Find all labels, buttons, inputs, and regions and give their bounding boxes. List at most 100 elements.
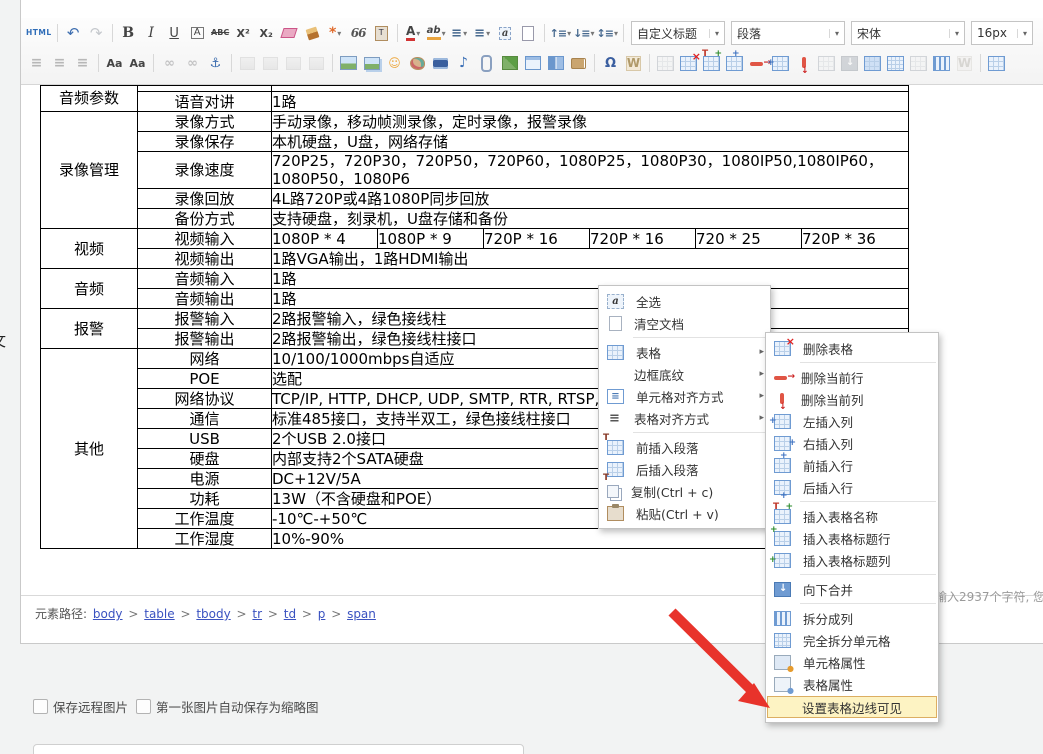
delete-row-button[interactable] (747, 52, 768, 74)
spec-label-cell[interactable]: 功耗 (138, 489, 272, 509)
spec-label-cell[interactable]: 电源 (138, 469, 272, 489)
spec-value-cell[interactable]: 1080P * 4 (272, 229, 378, 249)
case-upper-button[interactable]: Aa (104, 52, 125, 74)
strikethrough-button[interactable]: ABC (210, 22, 231, 44)
spec-value-cell[interactable]: 1路 (272, 92, 909, 112)
spec-label-cell[interactable]: 视频输出 (138, 249, 272, 269)
menu-item[interactable]: 边框底纹▸ (599, 363, 770, 385)
path-link-span[interactable]: span (347, 607, 376, 621)
menu-item[interactable]: 粘贴(Ctrl + v) (599, 502, 770, 524)
menu-item[interactable]: 插入表格标题列 (766, 549, 938, 571)
spec-label-cell[interactable]: 语音对讲 (138, 92, 272, 112)
spec-label-cell[interactable]: POE (138, 369, 272, 389)
undo-button[interactable]: ↶ (63, 22, 84, 44)
menu-item[interactable]: 删除当前行 (766, 366, 938, 388)
text-highlight-button[interactable]: ab▾ (426, 22, 447, 44)
menu-item[interactable]: 全选 (599, 290, 770, 312)
menu-item[interactable]: 右插入列 (766, 432, 938, 454)
path-link-table[interactable]: table (144, 607, 174, 621)
insert-col-button[interactable] (770, 52, 791, 74)
menu-item[interactable]: 删除表格 (766, 337, 938, 359)
insert-row-button[interactable] (724, 52, 745, 74)
spec-value-cell[interactable]: 1路 (272, 269, 909, 289)
path-link-body[interactable]: body (93, 607, 123, 621)
spec-label-cell[interactable]: 录像方式 (138, 112, 272, 132)
menu-item[interactable]: 完全拆分单元格 (766, 629, 938, 651)
music-button[interactable]: ♪ (453, 52, 474, 74)
paste-filter-button[interactable]: T (371, 22, 392, 44)
delete-table-button[interactable] (678, 52, 699, 74)
italic-button[interactable]: I (141, 22, 162, 44)
subscript-button[interactable]: X₂ (256, 22, 277, 44)
bottom-input-box[interactable] (33, 744, 524, 754)
spec-value-cell[interactable]: 支持硬盘，刻录机，U盘存储和备份 (272, 209, 909, 229)
menu-item[interactable]: 左插入列 (766, 410, 938, 432)
emotion-button[interactable]: ☺ (384, 52, 405, 74)
spec-value-cell[interactable]: 手动录像，移动帧测录像，定时录像，报警录像 (272, 112, 909, 132)
spec-value-cell[interactable]: 720P * 16 (484, 229, 590, 249)
line-height-button[interactable]: ↕≡▾ (597, 22, 618, 44)
spec-value-cell[interactable]: 1路VGA输出，1路HDMI输出 (272, 249, 909, 269)
eraser-button[interactable] (279, 22, 300, 44)
spec-label-cell[interactable]: 网络协议 (138, 389, 272, 409)
superscript-button[interactable]: X² (233, 22, 254, 44)
spec-value-cell[interactable]: 1路 (272, 289, 909, 309)
spec-value-cell[interactable]: 1080P * 9 (378, 229, 484, 249)
font-family-select[interactable]: 宋体▾ (851, 21, 965, 45)
spec-label-cell[interactable]: 录像保存 (138, 132, 272, 152)
split-cells-button[interactable] (885, 52, 906, 74)
menu-item[interactable]: 设置表格边线可见 (767, 696, 937, 718)
attachment-button[interactable] (476, 52, 497, 74)
select-all-button[interactable]: a (495, 22, 516, 44)
paragraph-space-after-button[interactable]: ↓≡▾ (573, 22, 594, 44)
spec-value-cell[interactable]: 4L路720P或4路1080P同步回放 (272, 189, 909, 209)
spec-label-cell[interactable]: 录像回放 (138, 189, 272, 209)
preview-button[interactable] (986, 52, 1007, 74)
path-link-p[interactable]: p (318, 607, 326, 621)
spec-label-cell[interactable]: USB (138, 429, 272, 449)
menu-item[interactable]: 向下合并 (766, 578, 938, 600)
spec-label-cell[interactable]: 工作湿度 (138, 529, 272, 549)
insert-image-button[interactable] (338, 52, 359, 74)
spec-group-cell[interactable]: 音频 (41, 269, 138, 309)
spec-group-cell[interactable]: 其他 (41, 349, 138, 549)
spec-label-cell[interactable]: 备份方式 (138, 209, 272, 229)
font-border-button[interactable]: A (187, 22, 208, 44)
font-color-button[interactable]: A▾ (403, 22, 424, 44)
split-cols-button[interactable] (931, 52, 952, 74)
menu-item[interactable]: 表格属性 (766, 673, 938, 695)
spec-group-cell[interactable]: 录像管理 (41, 112, 138, 229)
spec-label-cell[interactable]: 视频输入 (138, 229, 272, 249)
auto-typeset-button[interactable]: *▾ (325, 22, 346, 44)
spec-value-cell[interactable]: 720P * 36 (802, 229, 909, 249)
heading-select[interactable]: 自定义标题▾ (631, 21, 725, 45)
path-link-tbody[interactable]: tbody (196, 607, 230, 621)
spec-value-cell[interactable]: 本机硬盘，U盘，网络存储 (272, 132, 909, 152)
menu-item[interactable]: 删除当前列 (766, 388, 938, 410)
menu-item[interactable]: 表格对齐方式▸ (599, 407, 770, 429)
map-button[interactable] (499, 52, 520, 74)
menu-item[interactable]: 前插入段落 (599, 436, 770, 458)
ordered-list-button[interactable]: ≡▾ (449, 22, 470, 44)
new-page-button[interactable] (518, 22, 539, 44)
path-link-td[interactable]: td (284, 607, 296, 621)
scrawl-button[interactable] (407, 52, 428, 74)
anchor-button[interactable]: ⚓ (205, 52, 226, 74)
menu-item[interactable]: 复制(Ctrl + c) (599, 480, 770, 502)
insert-frame-button[interactable] (522, 52, 543, 74)
table-title-button[interactable] (701, 52, 722, 74)
checkbox[interactable] (136, 699, 151, 714)
spec-value-cell[interactable]: 720P * 16 (590, 229, 696, 249)
menu-item[interactable]: 插入表格标题行 (766, 527, 938, 549)
menu-item[interactable]: 插入表格名称 (766, 505, 938, 527)
unordered-list-button[interactable]: ≡▾ (472, 22, 493, 44)
path-link-tr[interactable]: tr (252, 607, 262, 621)
spec-label-cell[interactable]: 通信 (138, 409, 272, 429)
paragraph-space-before-button[interactable]: ↑≡▾ (550, 22, 571, 44)
checkbox[interactable] (33, 699, 48, 714)
spec-value-cell[interactable]: 720 * 25 (696, 229, 802, 249)
font-size-select[interactable]: 16px▾ (971, 21, 1033, 45)
spec-group-cell[interactable]: 音频参数 (41, 86, 138, 112)
menu-item[interactable]: 拆分成列 (766, 607, 938, 629)
format-brush-button[interactable] (302, 22, 323, 44)
